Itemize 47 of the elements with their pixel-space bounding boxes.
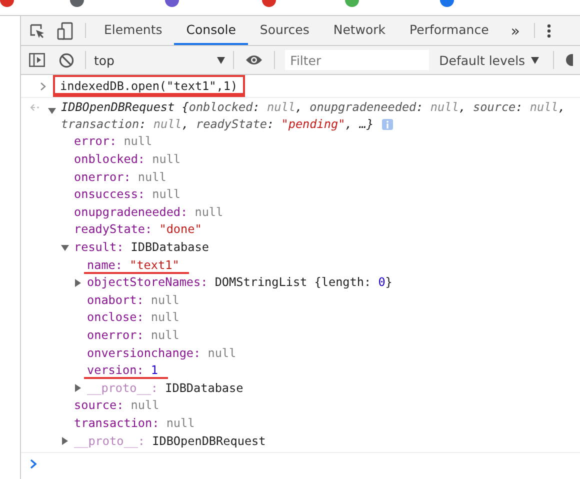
- property-line: onupgradeneeded: null: [73, 204, 224, 221]
- inspect-icon[interactable]: [29, 22, 45, 38]
- property-line: onblocked: null: [73, 151, 182, 168]
- console-prompt-icon[interactable]: [30, 458, 37, 469]
- panel-tab[interactable]: Sources: [248, 16, 322, 45]
- context-selector[interactable]: top: [90, 52, 230, 68]
- property-line: name: "text1": [84, 256, 190, 274]
- property-line: onclose: null: [86, 309, 180, 326]
- object-summary-line: IDBOpenDBRequest {onblocked: null, onupgradeneeded: null, source: null,: [61, 100, 566, 114]
- input-prompt-icon: [40, 82, 46, 90]
- clear-console-icon[interactable]: [59, 52, 74, 68]
- property-line: readyState: "done": [73, 221, 203, 238]
- panel-tab[interactable]: Network: [321, 16, 398, 45]
- expand-arrow-icon[interactable]: [61, 437, 69, 446]
- dropdown-caret-icon: [217, 56, 226, 64]
- expand-arrow-icon[interactable]: [74, 384, 82, 392]
- eye-icon[interactable]: [245, 54, 264, 66]
- result-return-icon: [30, 104, 40, 111]
- device-icon[interactable]: [57, 22, 73, 40]
- more-options-icon[interactable]: [546, 24, 551, 38]
- property-line: result: IDBDatabase: [73, 239, 210, 256]
- filter-field[interactable]: Filter: [285, 50, 430, 70]
- property-line: onerror: null: [86, 327, 180, 344]
- panel-tab[interactable]: Performance: [398, 16, 501, 45]
- property-line: transaction: null: [73, 414, 196, 432]
- gear-icon[interactable]: [565, 53, 573, 67]
- property-line: __proto__: IDBDatabase: [86, 380, 244, 397]
- property-line: objectStoreNames: DOMStringList {length: 0}: [86, 274, 394, 292]
- info-icon: [382, 118, 393, 130]
- property-line: source: null: [73, 397, 160, 414]
- property-line: onversionchange: null: [86, 344, 238, 362]
- property-line: onabort: null: [86, 292, 180, 309]
- expand-arrow-icon[interactable]: [74, 278, 82, 287]
- log-levels-dropdown[interactable]: Default levels: [439, 52, 540, 68]
- property-line: onsuccess: null: [73, 186, 182, 204]
- property-line: version: 1: [84, 362, 168, 380]
- object-summary-line: transaction: null, readyState: "pending", …}: [61, 117, 374, 132]
- collapse-arrow-icon[interactable]: [48, 107, 56, 116]
- collapse-arrow-icon[interactable]: [61, 244, 69, 252]
- property-line: error: null: [73, 133, 154, 150]
- dropdown-caret-icon: [531, 56, 540, 64]
- property-line: onerror: null: [73, 168, 168, 186]
- console-input-command: indexedDB.open("text1",1): [53, 75, 245, 97]
- more-tabs-button[interactable]: »: [500, 16, 530, 45]
- property-line: __proto__: IDBOpenDBRequest: [73, 432, 267, 450]
- panel-tab[interactable]: Elements: [92, 16, 174, 45]
- sidebar-toggle-icon[interactable]: [29, 53, 45, 67]
